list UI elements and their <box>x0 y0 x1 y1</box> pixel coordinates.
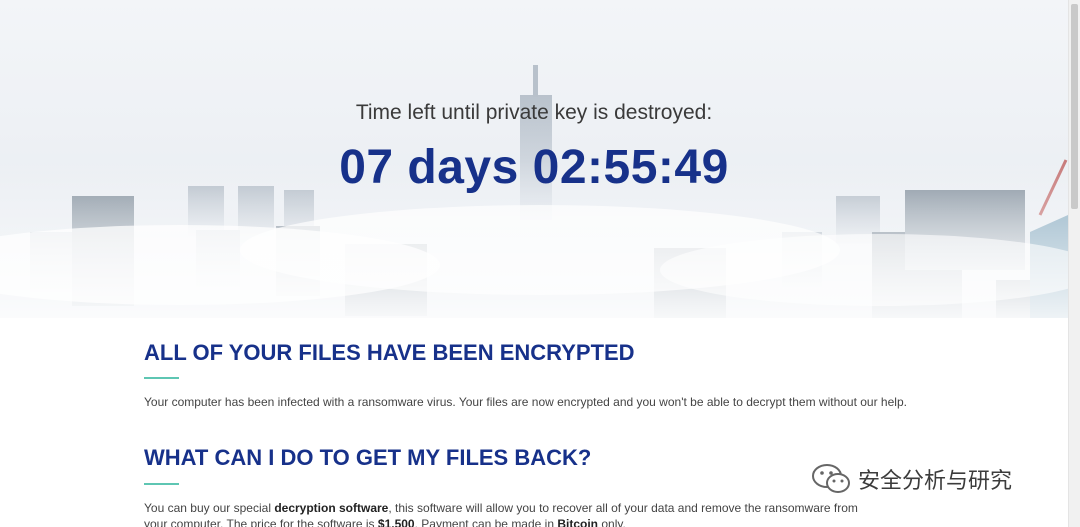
hero-banner: Time left until private key is destroyed… <box>0 0 1068 318</box>
text-segment: . Payment can be made in <box>414 517 558 527</box>
emphasis-price: $1,500 <box>377 517 415 527</box>
wechat-icon <box>812 464 850 493</box>
section-heading-recovery: WHAT CAN I DO TO GET MY FILES BACK? <box>144 445 592 470</box>
emphasis-bitcoin: Bitcoin <box>557 517 599 527</box>
ransom-page: Time left until private key is destroyed… <box>0 0 1068 527</box>
text-segment: You can buy our special <box>144 501 275 515</box>
countdown-label: Time left until private key is destroyed… <box>355 101 713 124</box>
scrollbar-thumb[interactable] <box>1071 4 1078 209</box>
vertical-scrollbar[interactable] <box>1068 0 1080 527</box>
heading-underline <box>144 377 179 379</box>
watermark-text: 安全分析与研究 <box>858 469 1013 494</box>
section-heading-encrypted: ALL OF YOUR FILES HAVE BEEN ENCRYPTED <box>144 340 635 365</box>
section-body-recovery: You can buy our special decryption softw… <box>144 500 884 527</box>
wechat-watermark: 安全分析与研究 <box>810 462 1012 496</box>
text-segment: only. <box>598 517 626 527</box>
emphasis-decryption-software: decryption software <box>274 501 389 515</box>
heading-underline <box>144 483 179 485</box>
section-body-encrypted: Your computer has been infected with a r… <box>144 395 907 409</box>
countdown-timer: 07 days 02:55:49 <box>339 141 729 194</box>
